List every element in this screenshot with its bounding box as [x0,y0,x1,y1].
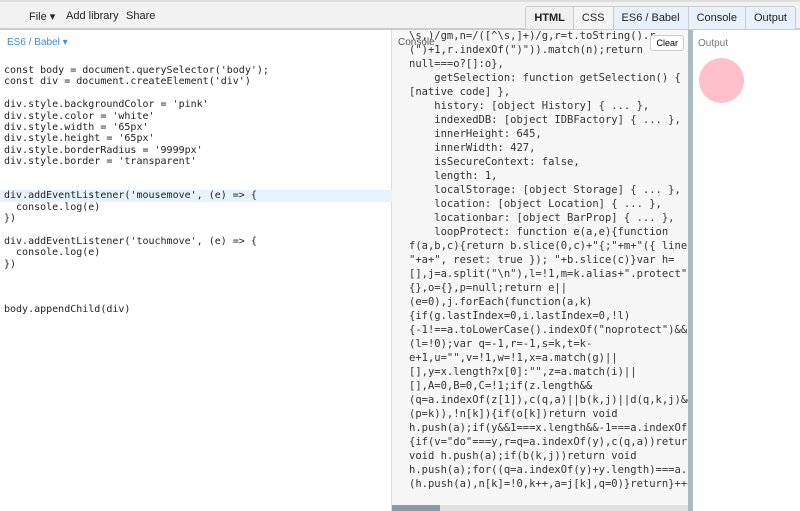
tab-js[interactable]: ES6 / Babel [613,7,689,29]
code-line: const div = document.createElement('div'… [4,76,251,88]
console-line: [native code] }, [409,86,511,98]
clear-button[interactable]: Clear [650,35,684,51]
code-line: console.log(e) [4,247,101,259]
console-line: void h.push(a);if(b(k,j))return void [409,450,637,462]
file-menu[interactable]: File ▾ [29,10,55,23]
js-editor-panel[interactable]: ES6 / Babel ▾ const body = document.quer… [0,30,392,511]
console-line: [],y=x.length?x[0]:"",z=a.match(i)|| [409,366,637,378]
code-line: div.style.height = '65px' [4,133,155,145]
console-line: (e=0),j.forEach(function(a,k) [409,296,593,308]
code-line: body.appendChild(div) [4,304,131,316]
console-line: e+1,u="",v=!1,w=!1,x=a.match(g)|| [409,352,618,364]
console-line: h.push(a);if(y&&1===x.length&&-1===a.ind… [409,422,688,434]
tab-console[interactable]: Console [688,7,746,29]
panel-tabs: HTML CSS ES6 / Babel Console Output [525,6,796,30]
console-line: {if(v="do"===y,r=q=a.indexOf(y),c(q,a))r… [409,436,688,448]
tab-html[interactable]: HTML [526,7,574,29]
share-button[interactable]: Share [126,10,155,22]
console-line: {-1!==a.toLowerCase().indexOf("noprotect… [409,324,688,336]
code-line: div.style.color = 'white' [4,110,155,122]
console-line: [],A=0,B=0,C=!1;if(z.length&& [409,380,593,392]
language-dropdown[interactable]: ES6 / Babel ▾ [7,37,68,48]
console-label: Console [398,37,435,48]
tab-output[interactable]: Output [745,7,795,29]
tab-css[interactable]: CSS [573,7,614,29]
console-line: localStorage: [object Storage] { ... }, [409,184,681,196]
console-line: {},o={},p=null;return e|| [409,282,568,294]
code-line: }) [4,213,17,225]
toolbar: File ▾ Add library Share HTML CSS ES6 / … [0,0,800,30]
code-line: div.style.backgroundColor = 'pink' [4,99,209,111]
console-line: "+a+", reset: true }); "+b.slice(c)}var … [409,254,675,266]
console-line: (h.push(a),n[k]=!0,k++,a=j[k],q=0)}retur… [409,478,688,490]
code-line: div.style.borderRadius = '9999px' [4,144,203,156]
console-panel: Console Clear \s,)/gm,n=/([^\s,]+)/g,r=t… [392,30,688,505]
console-line: innerWidth: 427, [409,142,536,154]
console-line: isSecureContext: false, [409,156,580,168]
console-line: indexedDB: [object IDBFactory] { ... }, [409,114,681,126]
console-line: h.push(a);for((q=a.indexOf(y)+y.length)=… [409,464,688,476]
console-line: (p=k)),!n[k]){if(o[k])return void [409,408,618,420]
code-line: div.addEventListener('touchmove', (e) =>… [4,235,257,247]
console-line: length: 1, [409,170,498,182]
console-line: getSelection: function getSelection() { [409,72,681,84]
add-library-button[interactable]: Add library [66,10,119,22]
code-line: div.style.border = 'transparent' [4,156,197,168]
console-line: (q=a.indexOf(z[1]),c(q,a)||b(k,j)||d(q,k… [409,394,688,406]
console-line: f(a,b,c){return b.slice(0,c)+"{;"+m+"({ … [409,240,688,252]
console-horizontal-scrollbar[interactable] [392,505,688,511]
console-line: {if(g.lastIndex=0,i.lastIndex=0,!l) [409,310,631,322]
console-line: locationbar: [object BarProp] { ... }, [409,212,675,224]
code-line: }) [4,258,17,270]
code-line: div.addEventListener('mousemove', (e) =>… [0,190,392,202]
output-panel: Output [693,30,800,511]
console-line: \s,)/gm,n=/([^\s,]+)/g,r=t.toString().r [409,30,656,42]
code-line: div.style.width = '65px' [4,121,149,133]
console-log: \s,)/gm,n=/([^\s,]+)/g,r=t.toString().r (… [409,30,688,491]
code-line: const body = document.querySelector('bod… [4,65,269,76]
code-editor[interactable]: const body = document.querySelector('bod… [0,65,392,316]
console-line: (l=!0);var q=-1,r=-1,s=k,t=k- [409,338,593,350]
console-line: null===o?[]:o}, [409,58,504,70]
console-line: innerHeight: 645, [409,128,542,140]
console-line: location: [object Location] { ... }, [409,198,662,210]
console-line: loopProtect: function e(a,e){function [409,226,669,238]
console-line: history: [object History] { ... }, [409,100,650,112]
code-line: console.log(e) [4,201,101,213]
console-line: (")+1,r.indexOf(")")).match(n);return [409,44,643,56]
console-line: [],j=a.split("\n"),l=!1,m=k.alias+".prot… [409,268,688,280]
output-label: Output [698,38,729,49]
pink-circle [699,58,744,103]
